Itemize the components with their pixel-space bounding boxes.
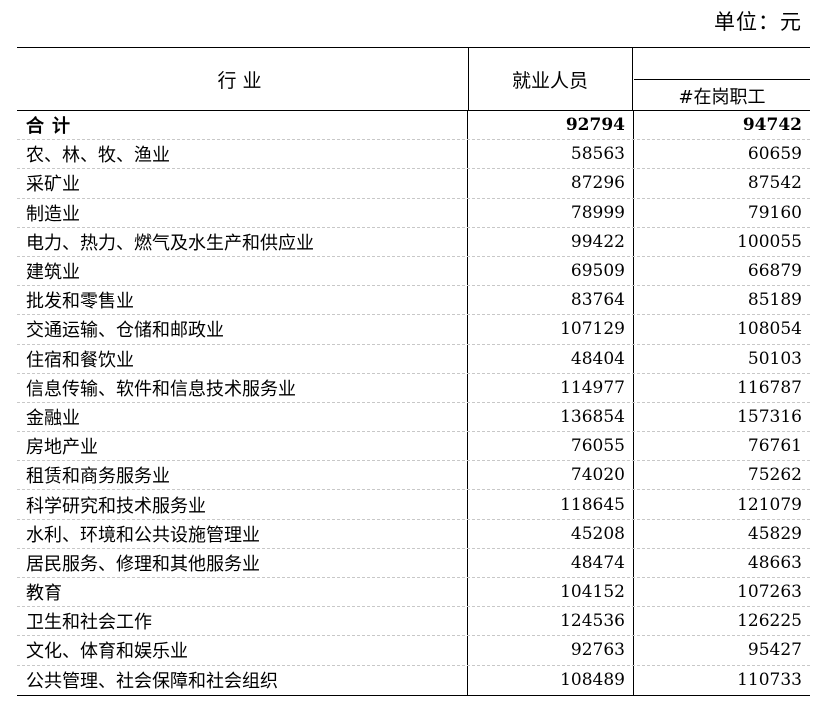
row-name: 信息传输、软件和信息技术服务业 [17, 373, 468, 402]
row-employed: 45208 [468, 519, 634, 548]
row-employed: 69509 [468, 256, 634, 286]
row-name: 交通运输、仓储和邮政业 [17, 315, 468, 344]
row-on-post: 121079 [737, 494, 802, 515]
table-row: 文化、体育和娱乐业 92763 95427 [17, 636, 810, 666]
table-row: 金融业 136854 157316 [17, 402, 810, 433]
row-employed: 92763 [468, 636, 634, 665]
row-employed: 74020 [468, 461, 634, 490]
row-name: 金融业 [17, 402, 468, 432]
table-row: 制造业 78999 79160 [17, 198, 810, 228]
row-on-post: 157316 [737, 406, 802, 427]
table-row: 公共管理、社会保障和社会组织 108489 110733 [17, 665, 810, 695]
row-employed: 107129 [468, 315, 634, 344]
table-body: 合计 92794 94742 农、林、牧、渔业 58563 60659 采矿业 8729… [17, 111, 810, 695]
row-name: 采矿业 [17, 169, 468, 198]
row-on-post: 108054 [737, 319, 802, 340]
row-on-post: 126225 [737, 611, 802, 632]
row-on-post: 50103 [747, 348, 802, 369]
row-on-post: 85189 [747, 290, 802, 311]
table-row: 租赁和商务服务业 74020 75262 [17, 461, 810, 491]
row-on-post: 75262 [747, 465, 802, 486]
table-row: 交通运输、仓储和邮政业 107129 108054 [17, 315, 810, 345]
row-employed: 108489 [468, 665, 634, 695]
row-employed: 136854 [468, 402, 634, 432]
row-name: 公共管理、社会保障和社会组织 [17, 665, 468, 695]
row-on-post: 48663 [747, 552, 802, 573]
row-name: 农、林、牧、渔业 [17, 140, 468, 169]
table-row: 水利、环境和公共设施管理业 45208 45829 [17, 519, 810, 549]
row-on-post: 45829 [747, 523, 802, 544]
row-employed: 92794 [468, 111, 634, 140]
row-name: 居民服务、修理和其他服务业 [17, 548, 468, 577]
row-name: 合计 [17, 111, 468, 140]
row-employed: 99422 [468, 227, 634, 256]
table-row: 科学研究和技术服务业 118645 121079 [17, 490, 810, 520]
table-row: 卫生和社会工作 124536 126225 [17, 607, 810, 637]
row-name: 建筑业 [17, 256, 468, 286]
row-on-post: 66879 [747, 261, 802, 282]
row-name: 电力、热力、燃气及水生产和供应业 [17, 227, 468, 256]
wage-table: 行业 就业人员 #在岗职工 合计 92794 94742 农、林、牧、渔业 585… [17, 47, 810, 696]
row-on-post: 76761 [747, 436, 802, 457]
table-row: 建筑业 69509 66879 [17, 256, 810, 287]
table-row: 房地产业 76055 76761 [17, 432, 810, 462]
row-on-post: 87542 [747, 173, 802, 194]
row-employed: 104152 [468, 578, 634, 607]
row-employed: 48404 [468, 344, 634, 373]
row-on-post: 100055 [737, 231, 802, 252]
header-industry: 行业 [17, 48, 469, 110]
row-name: 制造业 [17, 198, 468, 227]
row-name: 文化、体育和娱乐业 [17, 636, 468, 665]
row-employed: 87296 [468, 169, 634, 198]
table-row: 农、林、牧、渔业 58563 60659 [17, 140, 810, 170]
row-on-post: 116787 [737, 377, 802, 398]
row-on-post: 95427 [747, 640, 802, 661]
table-row: 居民服务、修理和其他服务业 48474 48663 [17, 548, 810, 578]
row-employed: 114977 [468, 373, 634, 402]
unit-label: 单位：元 [714, 10, 802, 34]
table-row: 批发和零售业 83764 85189 [17, 286, 810, 316]
row-on-post: 110733 [737, 670, 802, 691]
table-row: 住宿和餐饮业 48404 50103 [17, 344, 810, 374]
row-employed: 118645 [468, 490, 634, 519]
row-name: 租赁和商务服务业 [17, 461, 468, 490]
row-name: 批发和零售业 [17, 286, 468, 315]
row-name: 住宿和餐饮业 [17, 344, 468, 373]
row-employed: 76055 [468, 432, 634, 461]
row-name: 科学研究和技术服务业 [17, 490, 468, 519]
row-on-post: 60659 [747, 144, 802, 165]
row-on-post: 94742 [742, 115, 802, 136]
row-employed: 83764 [468, 286, 634, 315]
table-row-total: 合计 92794 94742 [17, 111, 810, 141]
row-employed: 48474 [468, 548, 634, 577]
header-on-post: #在岗职工 [634, 79, 810, 111]
row-on-post: 79160 [747, 202, 802, 223]
table-row: 电力、热力、燃气及水生产和供应业 99422 100055 [17, 227, 810, 257]
row-name: 水利、环境和公共设施管理业 [17, 519, 468, 548]
table-header: 行业 就业人员 #在岗职工 [17, 48, 810, 111]
table-row: 教育 104152 107263 [17, 578, 810, 608]
row-name: 卫生和社会工作 [17, 607, 468, 636]
row-name: 房地产业 [17, 432, 468, 461]
table-row: 信息传输、软件和信息技术服务业 114977 116787 [17, 373, 810, 403]
row-name: 教育 [17, 578, 468, 607]
row-on-post: 107263 [737, 582, 802, 603]
row-employed: 78999 [468, 198, 634, 227]
header-employed: 就业人员 [468, 48, 633, 110]
row-employed: 124536 [468, 607, 634, 636]
table-row: 采矿业 87296 87542 [17, 169, 810, 199]
row-employed: 58563 [468, 140, 634, 169]
